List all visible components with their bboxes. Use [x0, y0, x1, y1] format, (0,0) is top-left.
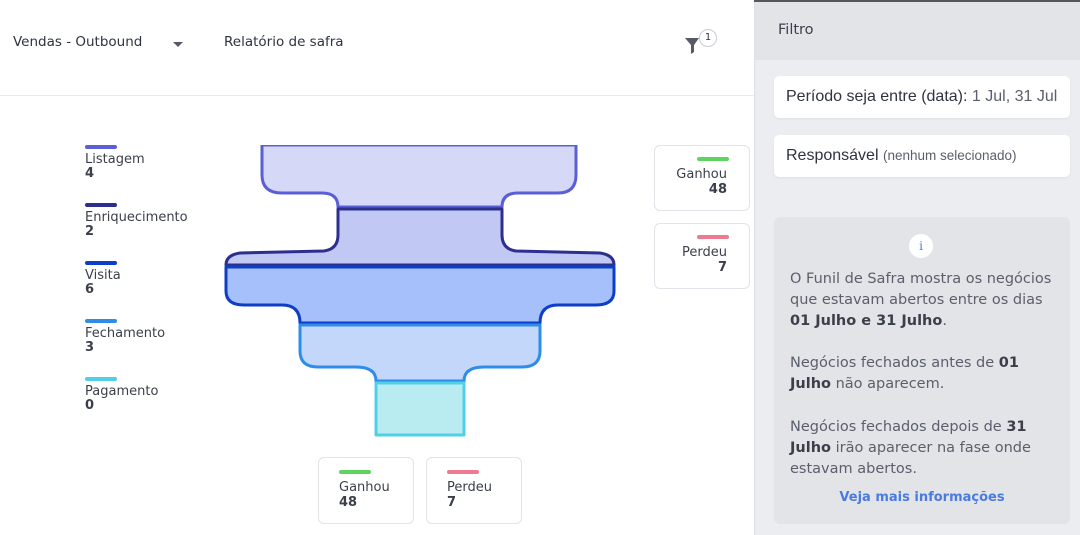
filter-period-value: 1 Jul, 31 Jul: [971, 88, 1058, 105]
funnel-stage-fechamento[interactable]: [298, 323, 542, 383]
filter-sidebar: Filtro Período seja entre (data): 1 Jul,…: [754, 2, 1080, 535]
legend-color-bar: [85, 145, 117, 149]
won-label: Ganhou: [339, 480, 390, 495]
won-label: Ganhou: [676, 167, 727, 182]
info-text: Negócios fechados antes de: [790, 355, 999, 371]
legend-count: 6: [85, 282, 95, 297]
filter-period-text: Período seja entre (data): 1 Jul, 31 Jul: [786, 88, 1057, 106]
main-panel: Vendas - Outbound Relatório de safra 1 L…: [0, 0, 754, 535]
sidebar-title: Filtro: [778, 22, 814, 38]
info-box: i O Funil de Safra mostra os negócios qu…: [774, 217, 1070, 524]
info-text: .: [942, 313, 947, 329]
lost-label: Perdeu: [682, 245, 727, 260]
info-bold-text: 01 Julho e 31 Julho: [790, 313, 943, 329]
funnel-chart: [224, 145, 616, 437]
legend-count: 0: [85, 398, 95, 413]
legend-item-fechamento: Fechamento 3: [85, 319, 225, 355]
lost-value: 7: [447, 495, 457, 510]
info-paragraph-1: O Funil de Safra mostra os negócios que …: [790, 269, 1060, 332]
info-paragraph-3: Negócios fechados depois de 31 Julho irã…: [790, 417, 1060, 480]
legend-label: Listagem: [85, 152, 145, 167]
lost-color-bar: [697, 235, 729, 239]
won-color-bar: [697, 157, 729, 161]
filter-period[interactable]: Período seja entre (data): 1 Jul, 31 Jul: [774, 76, 1070, 118]
won-card-bottom[interactable]: Ganhou 48: [318, 457, 414, 524]
chevron-down-icon[interactable]: [173, 42, 183, 47]
lost-card-side[interactable]: Perdeu 7: [654, 223, 750, 289]
funnel-stage-listagem[interactable]: [260, 145, 578, 209]
legend-label: Enriquecimento: [85, 210, 188, 225]
legend-item-listagem: Listagem 4: [85, 145, 225, 181]
filter-responsible-text: Responsável (nenhum selecionado): [786, 147, 1017, 165]
report-header: Vendas - Outbound Relatório de safra 1: [0, 2, 754, 96]
filter-period-label: Período seja entre (data):: [786, 88, 968, 105]
legend-color-bar: [85, 319, 117, 323]
filter-responsible-value: (nenhum selecionado): [882, 148, 1017, 163]
legend-item-enriquecimento: Enriquecimento 2: [85, 203, 225, 239]
filter-count-badge: 1: [699, 29, 717, 47]
sidebar-header: Filtro: [755, 2, 1080, 60]
legend-color-bar: [85, 203, 117, 207]
lost-card-bottom[interactable]: Perdeu 7: [426, 457, 522, 524]
legend-item-visita: Visita 6: [85, 261, 225, 297]
info-text: Negócios fechados depois de: [790, 419, 1007, 435]
filter-responsible-label: Responsável: [786, 147, 879, 164]
legend-count: 2: [85, 224, 95, 239]
legend-count: 3: [85, 340, 95, 355]
won-value: 48: [708, 182, 727, 197]
lost-color-bar: [447, 470, 479, 474]
legend-label: Visita: [85, 268, 121, 283]
won-card-side[interactable]: Ganhou 48: [654, 145, 750, 211]
filter-responsible[interactable]: Responsável (nenhum selecionado): [774, 135, 1070, 177]
legend-color-bar: [85, 261, 117, 265]
legend-item-pagamento: Pagamento 0: [85, 377, 225, 413]
funnel-stage-visita[interactable]: [224, 265, 616, 325]
legend-label: Fechamento: [85, 326, 166, 341]
info-paragraph-2: Negócios fechados antes de 01 Julho não …: [790, 353, 1060, 395]
won-color-bar: [339, 470, 371, 474]
report-title: Relatório de safra: [224, 34, 344, 50]
info-icon: i: [909, 234, 933, 258]
more-info-link[interactable]: Veja mais informações: [774, 490, 1070, 505]
lost-value: 7: [717, 260, 727, 275]
legend-label: Pagamento: [85, 384, 159, 399]
info-text: não aparecem.: [830, 376, 945, 392]
won-value: 48: [339, 495, 358, 510]
info-text: O Funil de Safra mostra os negócios que …: [790, 271, 1052, 308]
legend-count: 4: [85, 166, 95, 181]
pipeline-select[interactable]: Vendas - Outbound: [13, 34, 142, 50]
funnel-stage-pagamento[interactable]: [374, 381, 466, 437]
legend-color-bar: [85, 377, 117, 381]
lost-label: Perdeu: [447, 480, 492, 495]
funnel-stage-enriquecimento[interactable]: [224, 207, 616, 267]
